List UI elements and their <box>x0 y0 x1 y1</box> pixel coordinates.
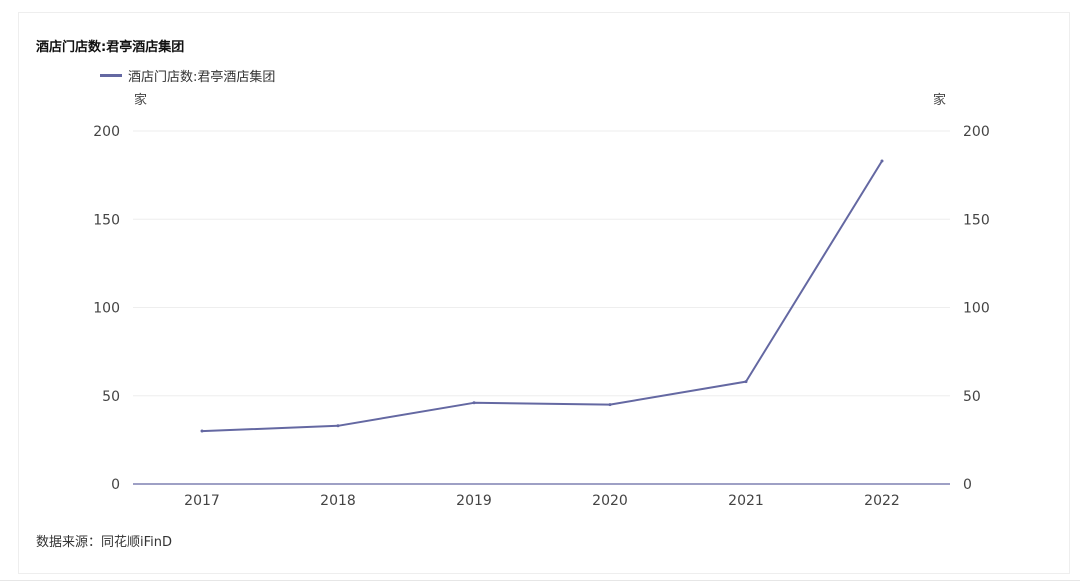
data-point <box>608 403 612 407</box>
source-note: 数据来源：同花顺iFinD <box>36 535 173 550</box>
y-tick-label-right: 150 <box>963 212 990 228</box>
x-tick-label: 2017 <box>184 493 220 509</box>
y-axis-unit-left: 家 <box>134 92 147 108</box>
data-point <box>744 380 748 384</box>
y-tick-label-right: 50 <box>963 389 981 405</box>
grid-lines <box>133 130 950 397</box>
y-tick-label-left: 150 <box>93 212 120 228</box>
line-chart: 0 0 50 50 100 100 150 150 200 200 家 家 2017 2018 2019 20… <box>93 92 989 509</box>
axes: 0 0 50 50 100 100 150 150 200 200 家 家 2017 2018 2019 20… <box>93 92 989 509</box>
y-tick-label-left: 200 <box>93 124 120 140</box>
y-tick-label-right: 200 <box>963 124 990 140</box>
data-point <box>472 401 476 405</box>
x-tick-label: 2021 <box>728 493 764 509</box>
x-tick-label: 2018 <box>320 493 356 509</box>
x-tick-label: 2022 <box>864 493 900 509</box>
data-point <box>200 429 204 433</box>
y-tick-label-left: 100 <box>93 301 120 317</box>
y-tick-label-left: 50 <box>102 389 120 405</box>
y-tick-label-left: 0 <box>111 477 120 493</box>
y-tick-label-right: 100 <box>963 301 990 317</box>
data-point <box>336 424 340 428</box>
bottom-divider <box>0 580 1080 581</box>
y-tick-label-right: 0 <box>963 477 972 493</box>
data-point <box>880 159 884 163</box>
x-tick-label: 2020 <box>592 493 628 509</box>
x-tick-label: 2019 <box>456 493 492 509</box>
y-axis-unit-right: 家 <box>933 92 946 108</box>
series-layer <box>200 159 884 433</box>
series-line <box>201 160 883 433</box>
